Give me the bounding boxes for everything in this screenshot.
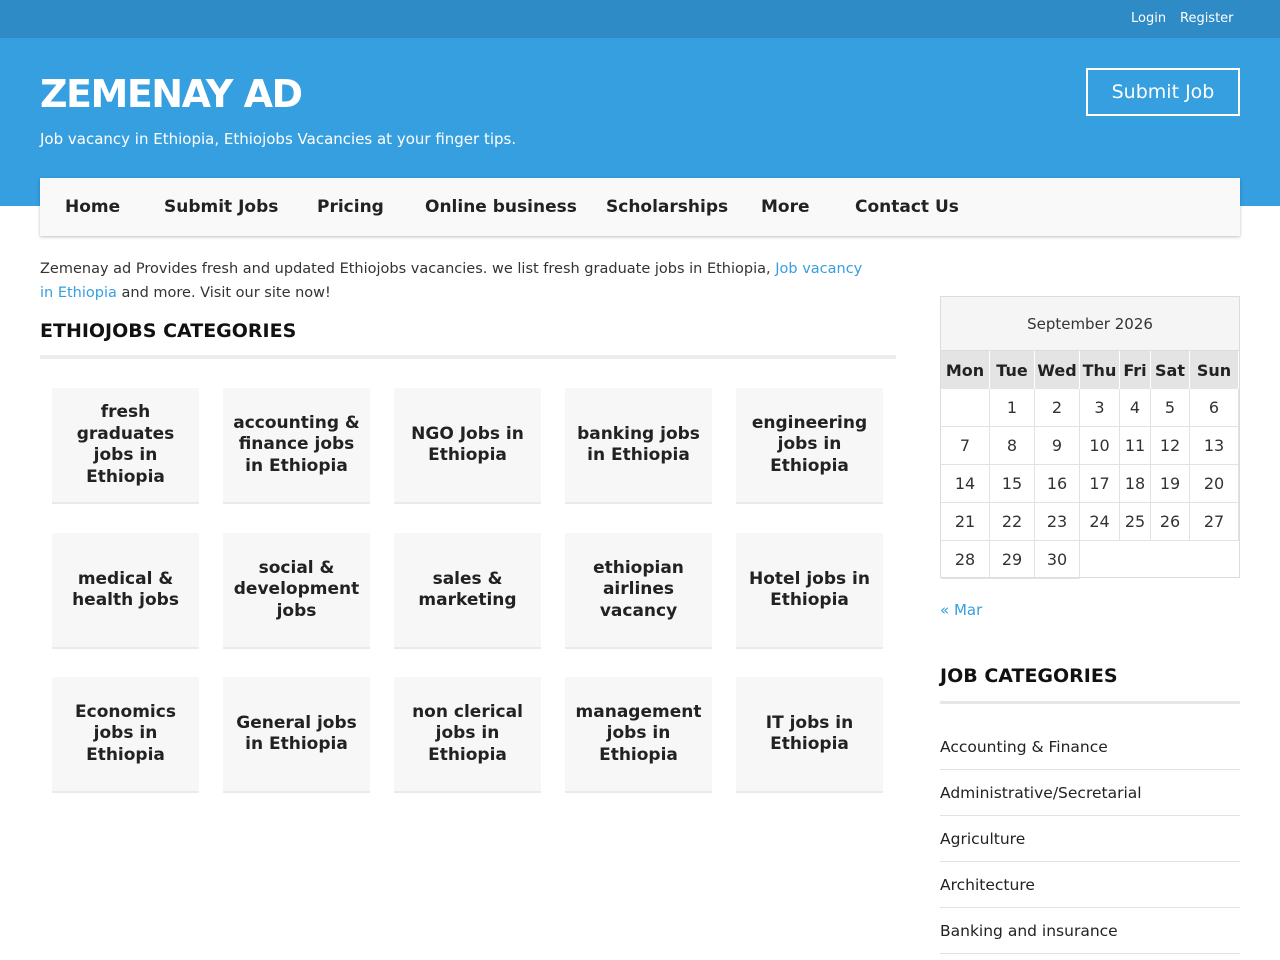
calendar-day: 17: [1080, 465, 1120, 503]
job-category-link[interactable]: Accounting & Finance: [940, 724, 1240, 770]
calendar-empty-cell: [941, 389, 990, 427]
calendar-day: 30: [1035, 541, 1080, 579]
calendar-day: 26: [1151, 503, 1190, 541]
login-link[interactable]: Login: [1131, 11, 1166, 26]
calendar-day: 19: [1151, 465, 1190, 503]
calendar-day: 28: [941, 541, 990, 579]
category-card-management[interactable]: management jobs in Ethiopia: [565, 677, 712, 793]
nav-item-scholarships[interactable]: Scholarships: [606, 197, 728, 217]
intro-text: Zemenay ad Provides fresh and updated Et…: [40, 257, 870, 305]
intro-text-end: and more. Visit our site now!: [116, 285, 331, 301]
category-card-ngo[interactable]: NGO Jobs in Ethiopia: [394, 388, 541, 504]
calendar-day: 29: [990, 541, 1035, 579]
calendar-day: 24: [1080, 503, 1120, 541]
category-card-ethiopian-airlines[interactable]: ethiopian airlines vacancy: [565, 533, 712, 649]
category-card-it[interactable]: IT jobs in Ethiopia: [736, 677, 883, 793]
category-card-banking[interactable]: banking jobs in Ethiopia: [565, 388, 712, 504]
job-category-link[interactable]: Banking and insurance: [940, 908, 1240, 954]
main-nav: Home Submit Jobs Pricing Online business…: [40, 178, 1240, 236]
calendar-weekday-sun: Sun: [1190, 351, 1239, 389]
site-title[interactable]: ZEMENAY AD: [40, 72, 303, 116]
job-category-link[interactable]: Administrative/Secretarial: [940, 770, 1240, 816]
calendar-widget: September 2026 Mon Tue Wed Thu Fri Sat Sun 1 2 3 4…: [940, 296, 1240, 579]
calendar-day: 23: [1035, 503, 1080, 541]
calendar-weekday-tue: Tue: [990, 351, 1035, 389]
calendar-day: 2: [1035, 389, 1080, 427]
nav-item-home[interactable]: Home: [65, 197, 120, 217]
calendar-day: 5: [1151, 389, 1190, 427]
category-card-economics[interactable]: Economics jobs in Ethiopia: [52, 677, 199, 793]
calendar-day: 9: [1035, 427, 1080, 465]
job-category-link[interactable]: Architecture: [940, 862, 1240, 908]
nav-item-contact-us[interactable]: Contact Us: [855, 197, 959, 217]
category-card-sales-marketing[interactable]: sales & marketing: [394, 533, 541, 649]
calendar-day: 18: [1120, 465, 1151, 503]
calendar-day: 6: [1190, 389, 1239, 427]
calendar-day: 15: [990, 465, 1035, 503]
nav-item-more[interactable]: More: [761, 197, 810, 217]
calendar-day: 25: [1120, 503, 1151, 541]
ethiojobs-categories-heading: ETHIOJOBS CATEGORIES: [40, 320, 297, 342]
intro-text-start: Zemenay ad Provides fresh and updated Et…: [40, 261, 776, 277]
nav-item-pricing[interactable]: Pricing: [317, 197, 384, 217]
nav-item-online-business[interactable]: Online business: [425, 197, 577, 217]
calendar-day: 10: [1080, 427, 1120, 465]
calendar-empty-cell: [1080, 541, 1120, 579]
category-card-hotel[interactable]: Hotel jobs in Ethiopia: [736, 533, 883, 649]
category-card-fresh-graduates[interactable]: fresh graduates jobs in Ethiopia: [52, 388, 199, 504]
calendar-day: 4: [1120, 389, 1151, 427]
calendar-day: 7: [941, 427, 990, 465]
calendar-day: 20: [1190, 465, 1239, 503]
calendar-empty-cell: [1151, 541, 1190, 579]
category-card-medical-health[interactable]: medical & health jobs: [52, 533, 199, 649]
calendar-day: 12: [1151, 427, 1190, 465]
category-card-accounting-finance[interactable]: accounting & finance jobs in Ethiopia: [223, 388, 370, 504]
calendar-day: 11: [1120, 427, 1151, 465]
calendar-day: 8: [990, 427, 1035, 465]
calendar-weekday-thu: Thu: [1080, 351, 1120, 389]
nav-item-submit-jobs[interactable]: Submit Jobs: [164, 197, 278, 217]
calendar-empty-cell: [1120, 541, 1151, 579]
top-bar: Login Register: [0, 0, 1280, 38]
calendar-weekday-sat: Sat: [1151, 351, 1190, 389]
register-link[interactable]: Register: [1180, 11, 1234, 26]
heading-divider: [40, 355, 896, 359]
submit-job-button[interactable]: Submit Job: [1086, 68, 1240, 116]
calendar-day: 14: [941, 465, 990, 503]
category-card-non-clerical[interactable]: non clerical jobs in Ethiopia: [394, 677, 541, 793]
calendar-empty-cell: [1190, 541, 1239, 579]
calendar-day: 1: [990, 389, 1035, 427]
category-card-engineering[interactable]: engineering jobs in Ethiopia: [736, 388, 883, 504]
job-categories-heading: JOB CATEGORIES: [940, 665, 1118, 687]
calendar-weekday-mon: Mon: [941, 351, 990, 389]
calendar-weekday-fri: Fri: [1120, 351, 1151, 389]
calendar-day: 3: [1080, 389, 1120, 427]
category-card-general[interactable]: General jobs in Ethiopia: [223, 677, 370, 793]
calendar-day: 22: [990, 503, 1035, 541]
calendar-day: 21: [941, 503, 990, 541]
calendar-weekday-wed: Wed: [1035, 351, 1080, 389]
job-category-link[interactable]: Agriculture: [940, 816, 1240, 862]
calendar-prev-month-link[interactable]: « Mar: [940, 601, 982, 619]
job-categories-divider: [940, 701, 1240, 704]
calendar-caption: September 2026: [941, 297, 1239, 351]
site-tagline: Job vacancy in Ethiopia, Ethiojobs Vacan…: [40, 130, 517, 148]
category-card-social-development[interactable]: social & development jobs: [223, 533, 370, 649]
calendar-day: 13: [1190, 427, 1239, 465]
calendar-day: 16: [1035, 465, 1080, 503]
calendar-day: 27: [1190, 503, 1239, 541]
